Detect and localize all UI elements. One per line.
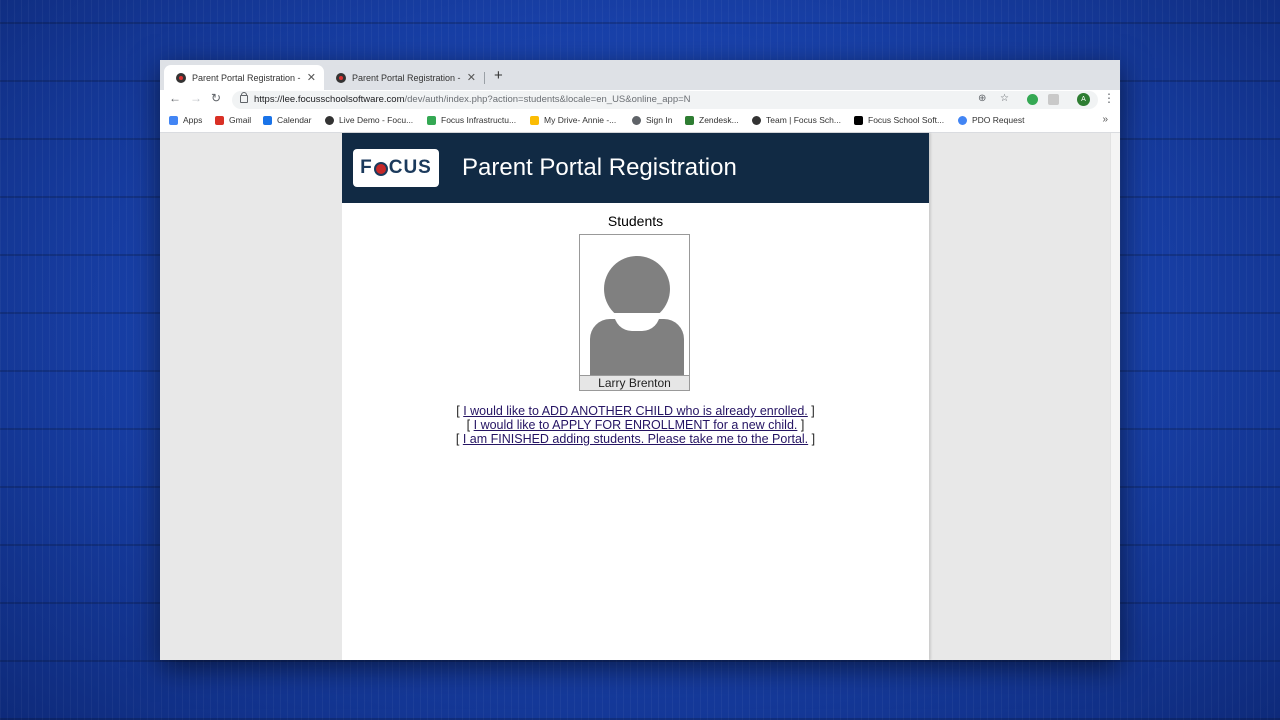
- apply-for-enrollment-link[interactable]: I would like to APPLY FOR ENROLLMENT for…: [474, 418, 798, 432]
- students-heading: Students: [607, 213, 664, 229]
- focus-icon: [752, 115, 761, 125]
- action-finished: [ I am FINISHED adding students. Please …: [455, 432, 816, 446]
- extension-icon[interactable]: [1048, 94, 1059, 105]
- focus-favicon-icon: [336, 72, 346, 83]
- bookmark-apps[interactable]: Apps: [169, 115, 202, 125]
- bookmarks-bar: Apps Gmail Calendar Live Demo - Focu... …: [160, 110, 1120, 133]
- zoom-icon[interactable]: ⊕: [978, 93, 986, 104]
- add-another-child-link[interactable]: I would like to ADD ANOTHER CHILD who is…: [463, 404, 808, 418]
- back-arrow-icon[interactable]: ←: [169, 91, 181, 105]
- tab-title: Parent Portal Registration - Lee: [192, 72, 301, 83]
- url-text: https://lee.focusschoolsoftware.com/dev/…: [254, 94, 691, 105]
- logo-owl-icon: [373, 162, 388, 176]
- bookmark-zendesk[interactable]: Zendesk...: [685, 115, 739, 125]
- bookmark-team-focus[interactable]: Team | Focus Sch...: [752, 115, 841, 125]
- address-bar[interactable]: https://lee.focusschoolsoftware.com/dev/…: [232, 91, 1098, 109]
- star-icon[interactable]: ☆: [1000, 93, 1009, 104]
- plus-square-icon: [854, 115, 863, 125]
- apps-grid-icon: [169, 115, 178, 125]
- new-tab-button[interactable]: +: [494, 67, 503, 84]
- bookmark-gmail[interactable]: Gmail: [215, 115, 251, 125]
- bookmark-pdo-request[interactable]: PDO Request: [958, 115, 1024, 125]
- zendesk-icon: [685, 115, 694, 125]
- finished-go-to-portal-link[interactable]: I am FINISHED adding students. Please ta…: [463, 432, 808, 446]
- portal-header: F CUS Parent Portal Registration: [342, 133, 929, 203]
- bookmarks-overflow-icon[interactable]: »: [1102, 114, 1108, 125]
- bookmark-focus-school-software[interactable]: Focus School Soft...: [854, 115, 944, 125]
- profile-avatar[interactable]: A: [1077, 93, 1090, 106]
- reload-icon[interactable]: ↻: [211, 91, 221, 105]
- page-title: Parent Portal Registration: [462, 154, 737, 181]
- bookmark-focus-infrastructure[interactable]: Focus Infrastructu...: [427, 115, 516, 125]
- close-icon[interactable]: ✕: [467, 71, 476, 84]
- calendar-icon: [263, 115, 272, 125]
- action-apply-enrollment: [ I would like to APPLY FOR ENROLLMENT f…: [466, 418, 805, 432]
- tab-active[interactable]: Parent Portal Registration - Lee ✕: [164, 65, 324, 90]
- gmail-icon: [215, 115, 224, 125]
- focus-logo: F CUS: [353, 149, 439, 187]
- bookmark-calendar[interactable]: Calendar: [263, 115, 312, 125]
- lock-icon: [240, 92, 248, 103]
- action-add-child: [ I would like to ADD ANOTHER CHILD who …: [456, 404, 815, 418]
- tab-separator: [484, 72, 485, 84]
- page-content: F CUS Parent Portal Registration Students…: [342, 133, 929, 660]
- focus-favicon-icon: [176, 72, 186, 83]
- menu-kebab-icon[interactable]: ⋮: [1103, 91, 1115, 105]
- student-name: Larry Brenton: [579, 375, 690, 391]
- drive-icon: [427, 115, 436, 125]
- google-icon: [958, 115, 967, 125]
- student-photo: [579, 234, 690, 376]
- bookmark-live-demo[interactable]: Live Demo - Focu...: [325, 115, 413, 125]
- focus-icon: [325, 115, 334, 125]
- tab-title: Parent Portal Registration - Lee: [352, 72, 461, 83]
- globe-icon: [632, 115, 641, 125]
- bookmark-my-drive[interactable]: My Drive- Annie -...: [530, 115, 616, 125]
- forward-arrow-icon[interactable]: →: [190, 91, 202, 105]
- close-icon[interactable]: ✕: [307, 71, 316, 84]
- tab-bar: Parent Portal Registration - Lee ✕ Paren…: [160, 60, 1120, 90]
- drive-icon: [530, 115, 539, 125]
- registration-actions: [ I would like to ADD ANOTHER CHILD who …: [342, 404, 929, 446]
- scrollbar[interactable]: [1110, 133, 1120, 660]
- page-viewport: F CUS Parent Portal Registration Students…: [160, 133, 1120, 660]
- browser-window: Parent Portal Registration - Lee ✕ Paren…: [160, 60, 1120, 660]
- student-card[interactable]: Larry Brenton: [579, 234, 690, 391]
- tab-inactive[interactable]: Parent Portal Registration - Lee ✕: [324, 65, 484, 90]
- bookmark-sign-in[interactable]: Sign In: [632, 115, 672, 125]
- grammarly-extension-icon[interactable]: [1027, 94, 1038, 105]
